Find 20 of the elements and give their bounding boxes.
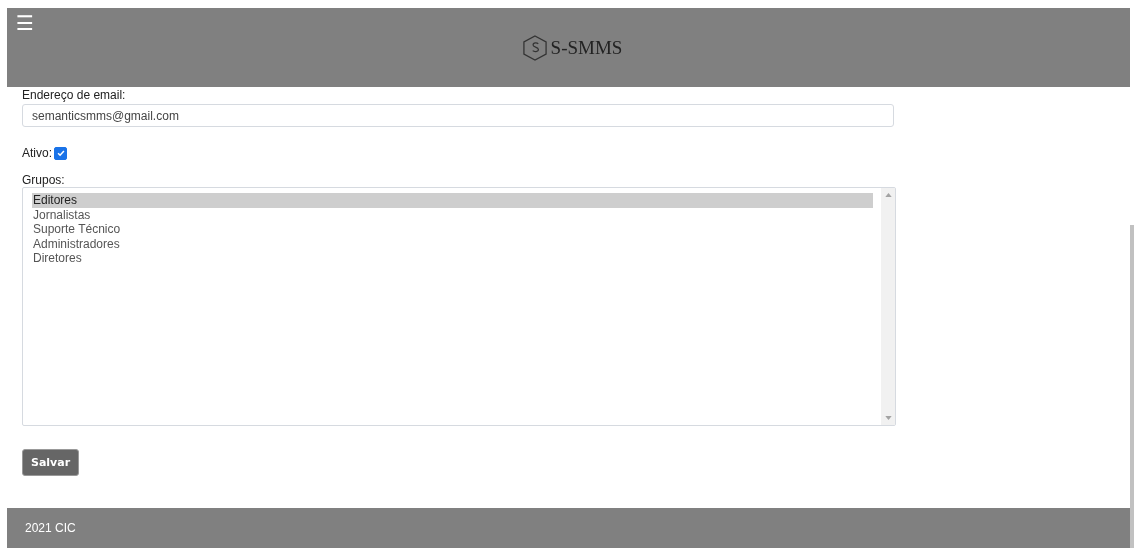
footer-text: 2021 CIC [25,521,76,535]
email-label: Endereço de email: [22,89,126,102]
scrollbar[interactable] [881,188,895,425]
group-option[interactable]: Suporte Técnico [32,222,873,237]
menu-icon[interactable]: ☰ [16,12,34,34]
email-field[interactable]: semanticsmms@gmail.com [22,104,894,127]
save-button[interactable]: Salvar [22,449,80,476]
active-checkbox[interactable] [54,146,67,160]
active-label: Ativo: [22,146,52,160]
scroll-down-icon[interactable] [884,416,892,420]
group-option[interactable]: Diretores [32,251,873,266]
group-option[interactable]: Administradores [32,236,873,251]
page-scrollbar[interactable] [1130,225,1134,548]
brand-name: S-SMMS [550,36,623,59]
hexagon-logo-icon [522,34,547,61]
group-option[interactable]: Jornalistas [32,207,873,222]
groups-listbox[interactable]: Editores Jornalistas Suporte Técnico Administradores Diretores [22,187,896,426]
groups-label: Grupos: [22,173,65,187]
group-option[interactable]: Editores [32,193,873,208]
scroll-up-icon[interactable] [884,193,892,197]
